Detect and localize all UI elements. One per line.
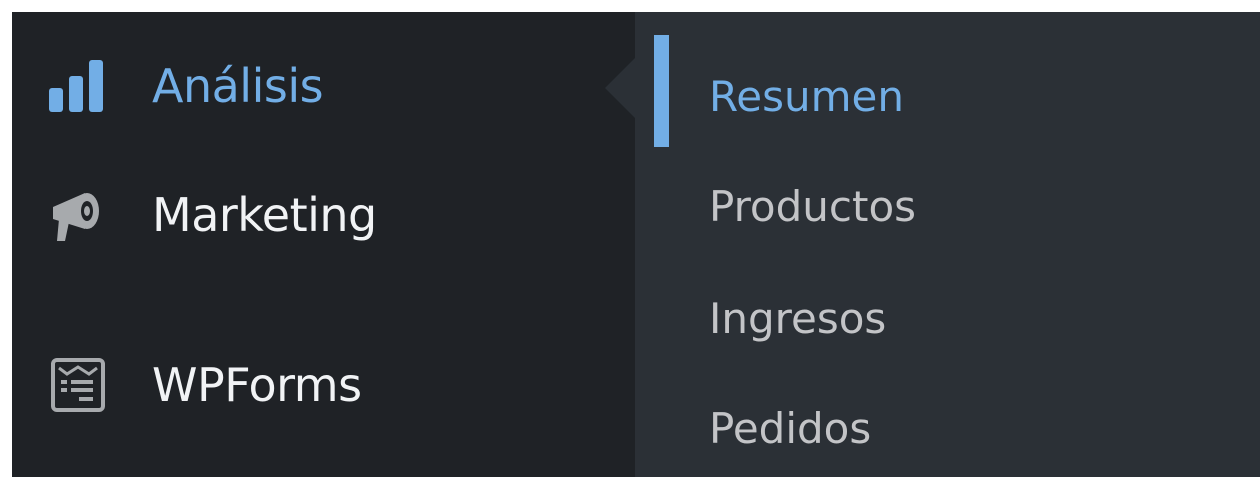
form-icon	[46, 353, 110, 417]
submenu-item-pedidos[interactable]: Pedidos	[709, 404, 871, 453]
bar-chart-icon	[46, 54, 110, 118]
submenu-item-productos[interactable]: Productos	[709, 182, 916, 231]
sidebar-item-wpforms[interactable]: WPForms	[12, 335, 362, 435]
current-item-indicator	[654, 35, 669, 147]
admin-menu: Análisis Marketing WPForms Resumen Produ…	[12, 12, 1260, 477]
sidebar-item-label: WPForms	[152, 358, 362, 412]
submenu-item-ingresos[interactable]: Ingresos	[709, 294, 886, 343]
sidebar: Análisis Marketing WPForms	[12, 12, 635, 477]
sidebar-item-marketing[interactable]: Marketing	[12, 165, 377, 265]
submenu-analisis: Resumen Productos Ingresos Pedidos	[605, 12, 1260, 477]
sidebar-item-label: Análisis	[152, 59, 324, 113]
sidebar-item-label: Marketing	[152, 188, 377, 242]
megaphone-icon	[46, 183, 110, 247]
submenu-item-resumen[interactable]: Resumen	[709, 72, 904, 121]
sidebar-item-analisis[interactable]: Análisis	[12, 36, 324, 136]
submenu-pointer	[605, 58, 635, 118]
